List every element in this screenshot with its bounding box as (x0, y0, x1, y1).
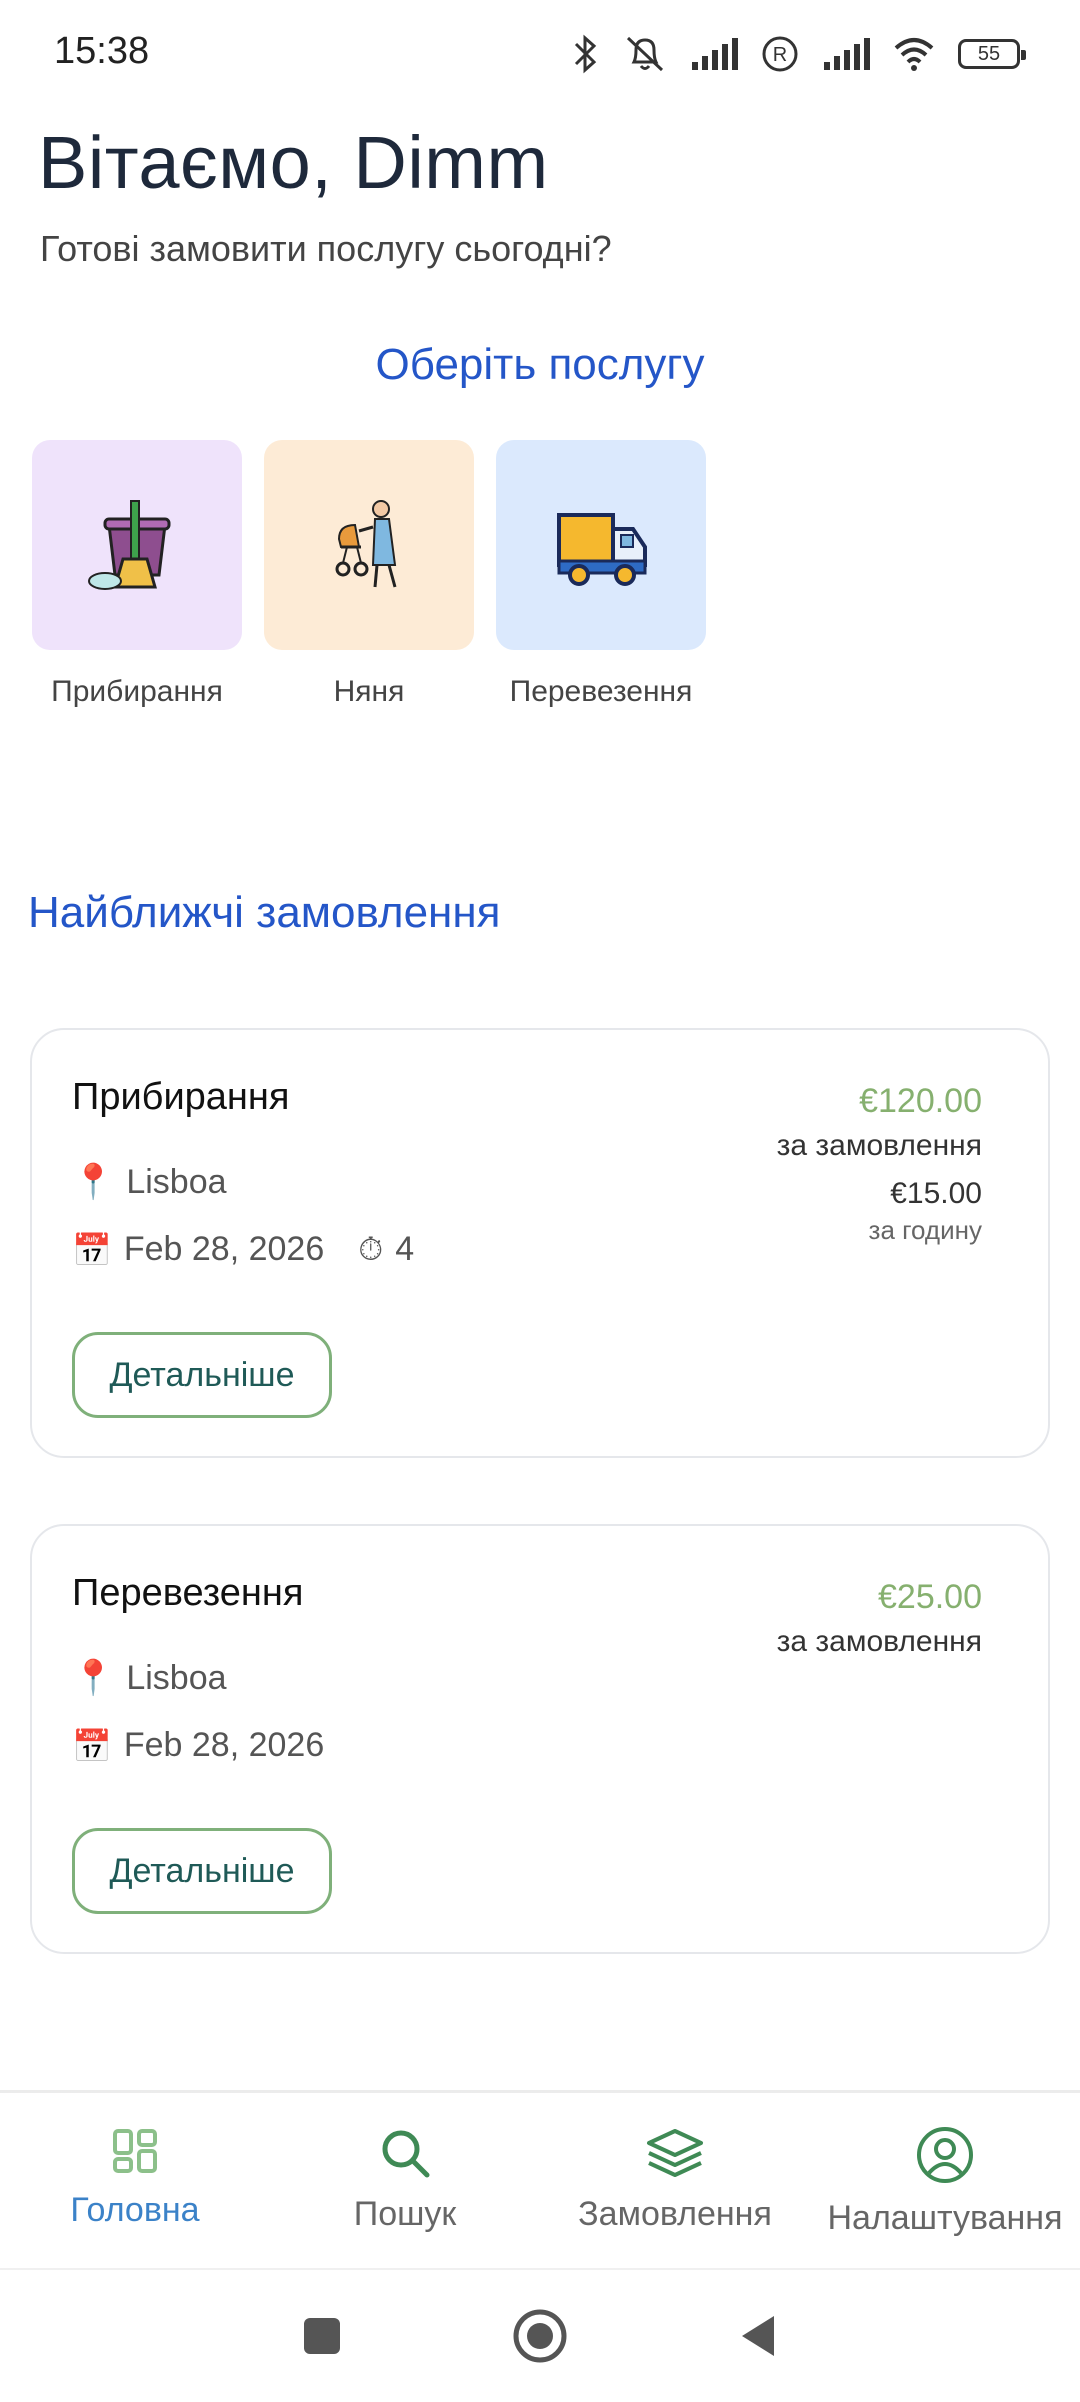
details-button[interactable]: Детальніше (72, 1828, 332, 1914)
order-card: Перевезення 📍 Lisboa 📅 Feb 28, 2026 Дета… (30, 1524, 1050, 1954)
order-location-text: Lisboa (126, 1658, 227, 1697)
service-tile[interactable] (496, 440, 706, 650)
service-tile[interactable] (264, 440, 474, 650)
order-price: €120.00 (859, 1082, 982, 1120)
service-label: Няня (333, 675, 405, 708)
service-label: Перевезення (509, 675, 693, 708)
order-date-text: Feb 28, 2026 (123, 1726, 325, 1764)
svg-text:R: R (773, 44, 787, 66)
order-hourly-label: за годину (868, 1215, 982, 1245)
order-location: 📍 Lisboa (72, 1162, 227, 1202)
status-icons: R 55 (570, 28, 1026, 80)
nearest-orders-title: Найближчі замовлення (28, 888, 501, 937)
nav-label: Пошук (353, 2195, 457, 2233)
order-card: Прибирання 📍 Lisboa 📅 Feb 28, 2026 ⏱ 4 Д… (30, 1028, 1050, 1458)
signal-icon (692, 38, 738, 70)
order-title: Прибирання (72, 1076, 290, 1118)
nav-item-search[interactable]: Пошук (270, 2093, 540, 2271)
bluetooth-icon (574, 34, 597, 74)
service-list: Прибирання Няня Перевезення (32, 440, 706, 712)
service-moving[interactable]: Перевезення (496, 440, 706, 712)
nav-label: Замовлення (578, 2195, 772, 2233)
order-price-label: за замовлення (776, 1625, 982, 1658)
order-duration: 4 (395, 1230, 415, 1268)
calendar-icon: 📅 (72, 1727, 112, 1764)
greeting-subtitle: Готові замовити послугу сьогодні? (40, 228, 612, 269)
choose-service-title: Оберіть послугу (375, 340, 705, 389)
search-icon (382, 2130, 430, 2178)
dashboard-icon (113, 2129, 157, 2173)
bell-off-icon (626, 36, 664, 72)
order-location: 📍 Lisboa (72, 1658, 227, 1698)
order-date-text: Feb 28, 2026 (123, 1230, 325, 1268)
service-cleaning[interactable]: Прибирання (32, 440, 242, 712)
order-hourly-price: €15.00 (890, 1177, 982, 1210)
order-price: €25.00 (878, 1578, 982, 1616)
cleaning-bucket-icon (88, 500, 171, 590)
location-pin-icon: 📍 (72, 1659, 115, 1697)
location-pin-icon: 📍 (72, 1163, 115, 1201)
service-tile[interactable] (32, 440, 242, 650)
system-navigation-bar (0, 2268, 1080, 2402)
nav-label: Головна (70, 2191, 200, 2229)
status-bar: 15:38 R 55 (0, 0, 1080, 110)
calendar-icon: 📅 (72, 1231, 112, 1268)
bottom-navigation: Головна Пошук Замовлення Налаштування (0, 2090, 1080, 2271)
order-price-label: за замовлення (776, 1129, 982, 1162)
order-date: 📅 Feb 28, 2026 ⏱ 4 (72, 1230, 414, 1269)
recent-apps-icon[interactable] (302, 2316, 342, 2356)
nav-item-settings[interactable]: Налаштування (810, 2093, 1080, 2271)
price-column: €25.00 за замовлення (777, 1578, 982, 1659)
wifi-icon (894, 38, 934, 71)
roaming-icon: R (762, 36, 798, 72)
nav-label: Налаштування (827, 2199, 1063, 2237)
layers-icon (647, 2129, 703, 2177)
back-icon[interactable] (738, 2312, 778, 2360)
home-icon[interactable] (512, 2308, 568, 2364)
nav-item-orders[interactable]: Замовлення (540, 2093, 810, 2271)
service-label: Прибирання (51, 675, 223, 708)
details-button[interactable]: Детальніше (72, 1332, 332, 1418)
nav-item-home[interactable]: Головна (0, 2093, 270, 2271)
stopwatch-icon: ⏱ (358, 1230, 384, 1267)
signal-icon-2 (824, 38, 870, 70)
service-nanny[interactable]: Няня (264, 440, 474, 712)
order-date: 📅 Feb 28, 2026 (72, 1726, 324, 1765)
nanny-stroller-icon (335, 500, 397, 588)
order-location-text: Lisboa (126, 1162, 227, 1201)
delivery-truck-icon (557, 513, 647, 586)
greeting-title: Вітаємо, Dimm (38, 121, 549, 204)
price-column: €120.00 за замовлення €15.00 за годину (777, 1082, 982, 1246)
order-title: Перевезення (72, 1572, 304, 1614)
user-circle-icon (917, 2127, 973, 2183)
battery-indicator: 55 (958, 39, 1026, 69)
status-time: 15:38 (54, 30, 150, 72)
